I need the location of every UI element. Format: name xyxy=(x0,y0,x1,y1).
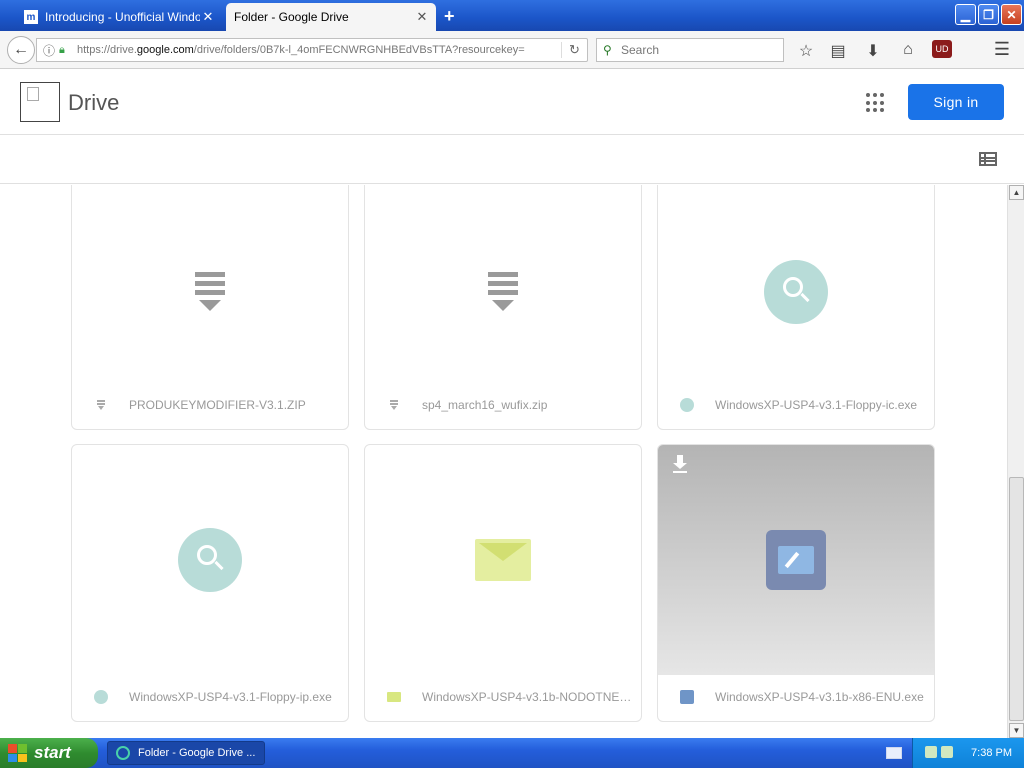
m-favicon-icon: m xyxy=(24,10,38,24)
tab-unofficial-windows[interactable]: m Introducing - Unofficial Windo... ✕ xyxy=(18,3,222,31)
search-icon: ⚲ xyxy=(603,43,612,57)
drive-header: Drive Sign in xyxy=(0,70,1024,135)
file-name-row: WindowsXP-USP4-v3.1b-x86-ENU.exe xyxy=(658,673,934,721)
zip-file-icon xyxy=(195,272,225,312)
sign-in-button[interactable]: Sign in xyxy=(908,84,1004,120)
list-view-icon[interactable] xyxy=(979,152,997,166)
drive-view-toolbar xyxy=(0,135,1024,184)
file-name-row: sp4_march16_wufix.zip xyxy=(365,381,641,429)
browser-tab-strip: m Introducing - Unofficial Windo... ✕ Fo… xyxy=(0,0,1024,31)
tab-google-drive[interactable]: Folder - Google Drive ✕ xyxy=(226,3,436,31)
zip-file-icon xyxy=(488,272,518,312)
info-icon[interactable]: ⓘ xyxy=(43,42,59,59)
close-window-button[interactable]: ✕ xyxy=(1001,4,1022,25)
network-icon[interactable] xyxy=(925,746,937,758)
file-thumbnail xyxy=(658,185,934,406)
file-name-row: WindowsXP-USP4-v3.1-Floppy-ip.exe xyxy=(72,673,348,721)
file-thumbnail xyxy=(72,445,348,675)
maximize-button[interactable]: ❐ xyxy=(978,4,999,25)
file-name: sp4_march16_wufix.zip xyxy=(422,398,548,412)
edit-type-icon xyxy=(680,690,694,704)
file-card[interactable]: PRODUKEYMODIFIER-V3.1.ZIP xyxy=(71,185,349,430)
file-thumbnail xyxy=(365,185,641,406)
scroll-down-button[interactable]: ▼ xyxy=(1009,723,1024,738)
file-name-row: WindowsXP-USP4-v3.1b-NODOTNET.exe xyxy=(365,673,641,721)
lock-icon: 🔒︎ xyxy=(59,43,65,56)
google-apps-icon[interactable] xyxy=(866,93,886,113)
file-name: PRODUKEYMODIFIER-V3.1.ZIP xyxy=(129,398,306,412)
file-name: WindowsXP-USP4-v3.1b-NODOTNET.exe xyxy=(422,690,632,704)
disk-image-type-icon xyxy=(94,690,108,704)
start-label: start xyxy=(34,743,71,762)
disk-image-icon xyxy=(178,528,242,592)
tab-close-icon[interactable]: ✕ xyxy=(200,9,216,25)
file-card-hovered[interactable]: WindowsXP-USP4-v3.1b-x86-ENU.exe xyxy=(657,444,935,722)
tab-label: Folder - Google Drive xyxy=(234,10,349,24)
edit-file-icon xyxy=(766,530,826,590)
system-tray: 7:38 PM xyxy=(912,738,1024,768)
clock: 7:38 PM xyxy=(971,747,1012,759)
file-grid: PRODUKEYMODIFIER-V3.1.ZIP sp4_march16_wu… xyxy=(0,185,1007,738)
ublock-icon[interactable]: UD xyxy=(932,40,952,58)
file-name-row: PRODUKEYMODIFIER-V3.1.ZIP xyxy=(72,381,348,429)
downloads-icon[interactable]: ⬇︎ xyxy=(863,41,883,61)
start-button[interactable]: start xyxy=(0,738,98,768)
file-card[interactable]: WindowsXP-USP4-v3.1-Floppy-ip.exe xyxy=(71,444,349,722)
email-type-icon xyxy=(387,690,401,704)
page-title: Drive xyxy=(68,90,120,115)
windows-flag-icon xyxy=(8,744,28,762)
file-card[interactable]: WindowsXP-USP4-v3.1b-NODOTNET.exe xyxy=(364,444,642,722)
drive-logo-icon[interactable] xyxy=(20,82,60,122)
zip-type-icon xyxy=(387,398,401,412)
file-name: WindowsXP-USP4-v3.1-Floppy-ip.exe xyxy=(129,690,332,704)
back-button[interactable]: ← xyxy=(7,36,35,64)
vertical-scrollbar[interactable]: ▲ ▼ xyxy=(1007,185,1024,738)
sync-icon[interactable] xyxy=(941,746,953,758)
bookmark-star-icon[interactable]: ☆ xyxy=(796,41,816,61)
zip-type-icon xyxy=(94,398,108,412)
tab-label: Introducing - Unofficial Windo... xyxy=(45,10,200,24)
browser-icon xyxy=(116,746,130,760)
scroll-up-button[interactable]: ▲ xyxy=(1009,185,1024,200)
scrollbar-thumb[interactable] xyxy=(1009,477,1024,721)
reading-list-icon[interactable]: ▤ xyxy=(828,41,848,61)
search-placeholder: Search xyxy=(621,43,660,57)
file-name: WindowsXP-USP4-v3.1b-x86-ENU.exe xyxy=(715,690,924,704)
file-name-row: WindowsXP-USP4-v3.1-Floppy-ic.exe xyxy=(658,381,934,429)
disk-image-type-icon xyxy=(680,398,694,412)
minimize-button[interactable]: ▁ xyxy=(955,4,976,25)
file-name: WindowsXP-USP4-v3.1-Floppy-ic.exe xyxy=(715,398,918,412)
home-icon[interactable]: ⌂ xyxy=(898,41,918,59)
address-bar[interactable]: ⓘ 🔒︎ https://drive.google.com/drive/fold… xyxy=(36,38,588,62)
screen: m Introducing - Unofficial Windo... ✕ Fo… xyxy=(0,0,1024,768)
reload-icon[interactable]: ↻ xyxy=(561,42,587,58)
taskbar-item-google-drive[interactable]: Folder - Google Drive ... xyxy=(107,741,265,765)
file-card[interactable]: sp4_march16_wufix.zip xyxy=(364,185,642,430)
file-card[interactable]: WindowsXP-USP4-v3.1-Floppy-ic.exe xyxy=(657,185,935,430)
taskbar-item-label: Folder - Google Drive ... xyxy=(138,747,256,759)
file-thumbnail xyxy=(365,445,641,675)
file-thumbnail xyxy=(72,185,348,406)
hamburger-menu-icon[interactable]: ☰ xyxy=(992,39,1012,60)
email-file-icon xyxy=(475,539,531,581)
url-text: https://drive.google.com/drive/folders/0… xyxy=(77,44,525,56)
taskbar: start Folder - Google Drive ... 7:38 PM xyxy=(0,738,1024,768)
navigation-toolbar: ← ⓘ 🔒︎ https://drive.google.com/drive/fo… xyxy=(0,31,1024,69)
disk-image-icon xyxy=(764,260,828,324)
tab-close-icon[interactable]: ✕ xyxy=(414,9,430,25)
search-input[interactable]: ⚲ Search xyxy=(596,38,784,62)
file-thumbnail xyxy=(658,445,934,675)
keyboard-icon[interactable] xyxy=(886,747,902,759)
new-tab-button[interactable]: + xyxy=(444,6,455,27)
download-icon[interactable] xyxy=(672,455,688,473)
arrow-left-icon: ← xyxy=(13,41,29,58)
